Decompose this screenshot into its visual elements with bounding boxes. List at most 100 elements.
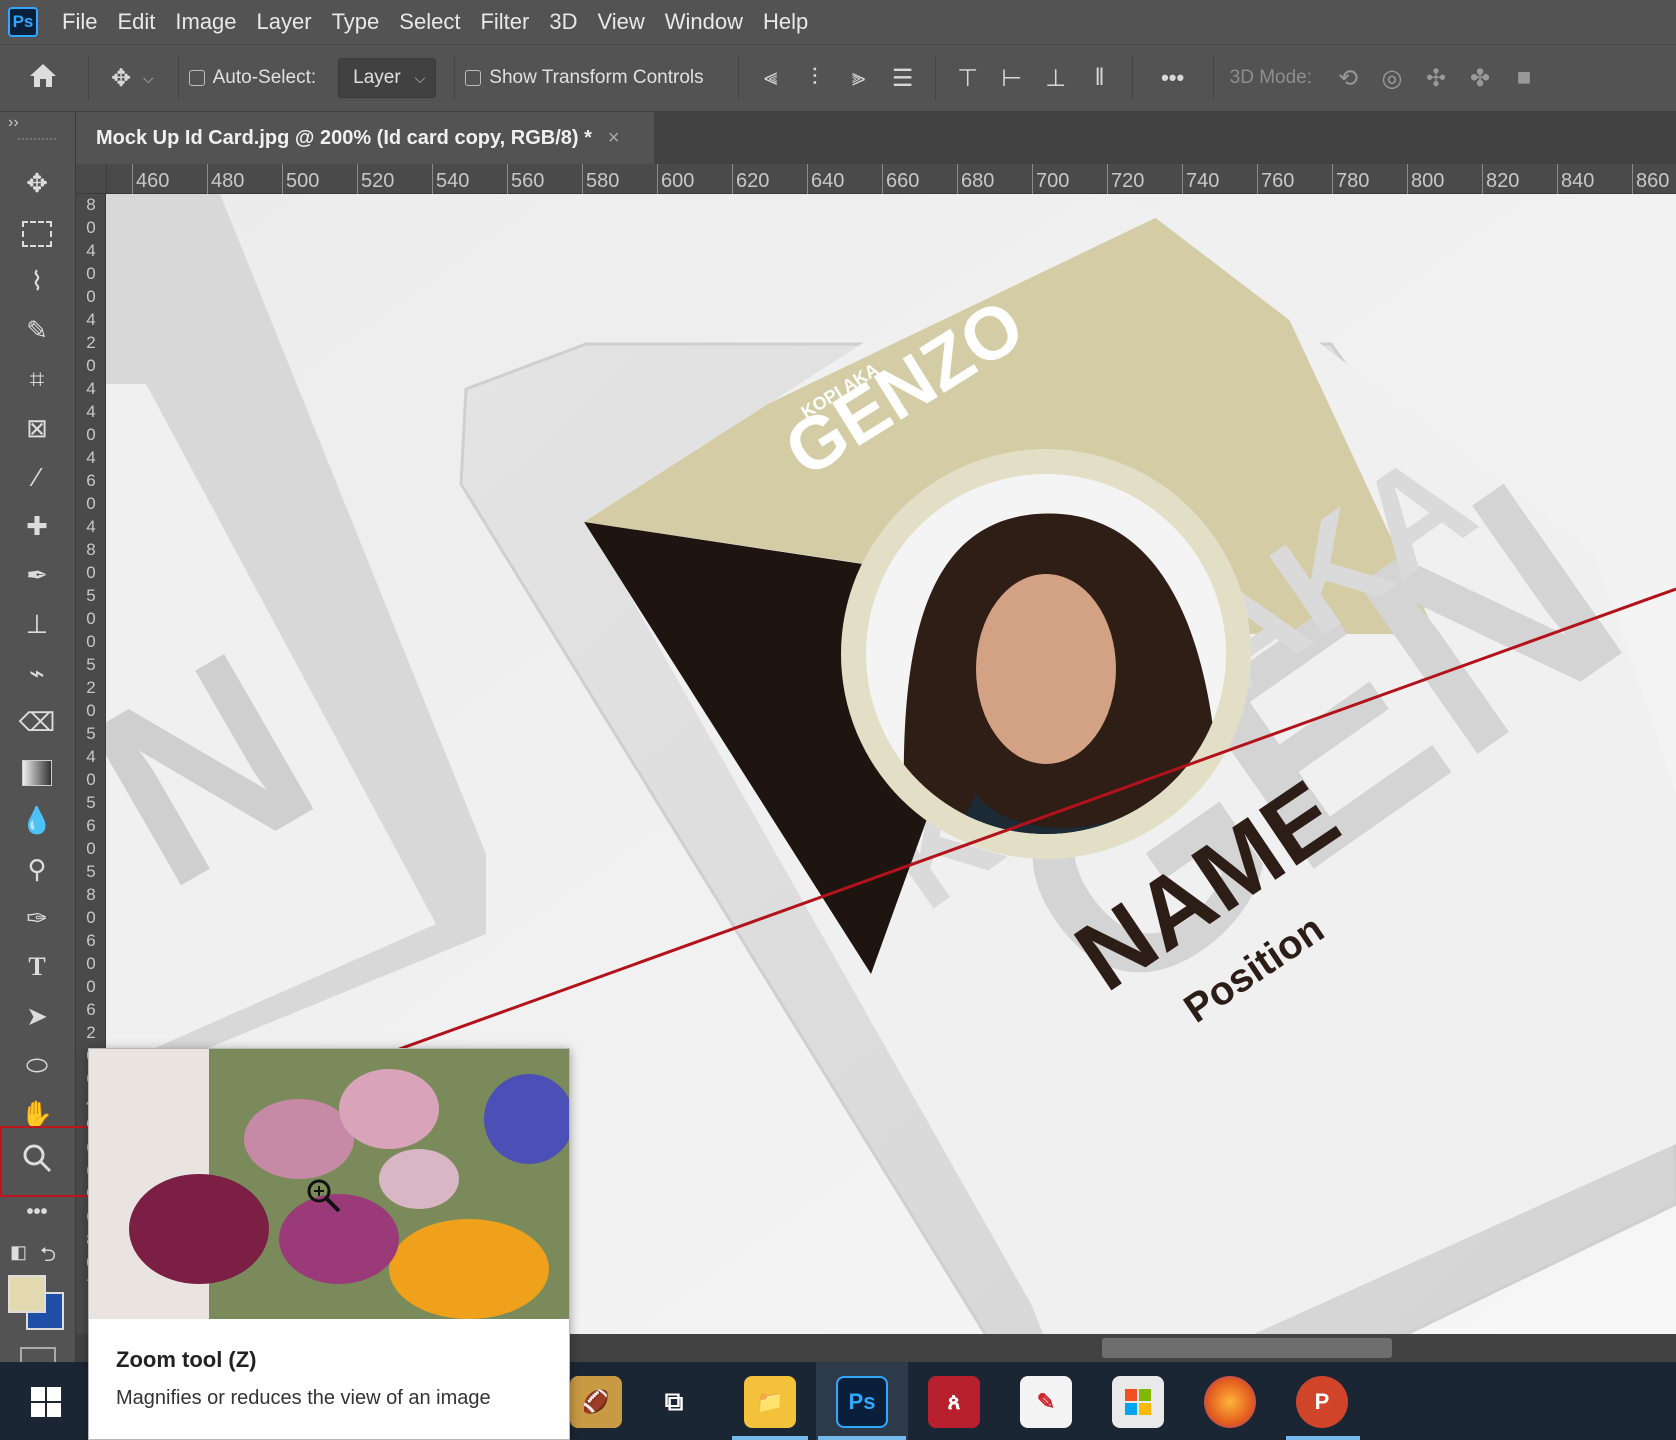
marquee-tool-icon[interactable] — [8, 211, 66, 253]
football-app-icon[interactable]: 🏈 — [570, 1376, 622, 1428]
3d-pan-icon[interactable]: ✣ — [1414, 64, 1458, 93]
chevron-down-icon[interactable]: ⌵ — [143, 70, 154, 87]
quick-select-tool-icon[interactable]: ✎ — [8, 309, 66, 351]
dodge-tool-icon[interactable]: ⚲ — [8, 848, 66, 890]
menu-window[interactable]: Window — [655, 9, 753, 35]
distribute-vertical-icon[interactable]: ‖ — [1078, 64, 1122, 92]
ruler-digit: 0 — [86, 839, 96, 858]
brush-tool-icon[interactable]: ✒ — [8, 554, 66, 596]
microsoft-store-icon[interactable] — [1112, 1376, 1164, 1428]
3d-orbit-icon[interactable]: ⟲ — [1326, 64, 1370, 93]
menu-filter[interactable]: Filter — [470, 9, 539, 35]
menu-image[interactable]: Image — [165, 9, 246, 35]
swap-colors-icon[interactable]: ⮌ — [40, 1240, 56, 1274]
lasso-tool-icon[interactable]: ⌇ — [8, 260, 66, 302]
menu-select[interactable]: Select — [389, 9, 470, 35]
ruler-digit: 5 — [86, 862, 96, 881]
align-top-icon[interactable]: ⊤ — [946, 64, 990, 93]
3d-camera-icon[interactable]: ■ — [1502, 64, 1546, 92]
auto-select-checkbox[interactable] — [188, 70, 205, 86]
pen-tool-icon[interactable]: ✑ — [8, 897, 66, 939]
document-tab-title: Mock Up Id Card.jpg @ 200% (Id card copy… — [96, 126, 592, 149]
ruler-digit: 6 — [86, 471, 96, 490]
menu-type[interactable]: Type — [322, 9, 390, 35]
more-options-icon[interactable]: ••• — [1143, 65, 1203, 91]
close-icon[interactable]: × — [608, 127, 620, 150]
ruler-digit: 6 — [86, 816, 96, 835]
ruler-label: 800 — [1407, 164, 1444, 194]
quick-mask-icon[interactable] — [20, 1347, 56, 1363]
blur-tool-icon[interactable]: 💧 — [8, 799, 66, 841]
ruler-digit: 0 — [86, 954, 96, 973]
clone-stamp-icon[interactable]: ⊥ — [8, 603, 66, 645]
ruler-digit: 2 — [86, 678, 96, 697]
menu-help[interactable]: Help — [753, 9, 818, 35]
powerpoint-icon[interactable]: P — [1296, 1376, 1348, 1428]
move-tool-icon[interactable]: ✥ — [8, 162, 66, 204]
show-transform-checkbox[interactable] — [465, 70, 482, 86]
ruler-digit: 5 — [86, 655, 96, 674]
home-icon[interactable] — [8, 61, 78, 96]
type-tool-icon[interactable]: T — [8, 946, 66, 988]
move-tool-icon[interactable]: ✥ — [99, 64, 143, 93]
ruler-digit: 0 — [86, 701, 96, 720]
ruler-digit: 5 — [86, 793, 96, 812]
ruler-label: 480 — [207, 164, 244, 194]
ruler-digit: 4 — [86, 517, 96, 536]
separator — [737, 56, 739, 100]
chevron-down-icon: ⌵ — [414, 69, 426, 86]
ruler-digit: 4 — [86, 448, 96, 467]
panel-toggle-icon[interactable]: ›› — [8, 114, 19, 132]
ruler-digit: 0 — [86, 494, 96, 513]
3d-slide-icon[interactable]: ✤ — [1458, 64, 1502, 93]
ellipse-tool-icon[interactable]: ⬭ — [8, 1044, 66, 1086]
photoshop-logo-icon[interactable]: Ps — [8, 7, 38, 37]
ruler-label: 860 — [1632, 164, 1669, 194]
eraser-tool-icon[interactable]: ⌫ — [8, 701, 66, 743]
photoshop-taskbar-icon[interactable]: Ps — [836, 1376, 888, 1428]
ruler-origin[interactable] — [76, 164, 107, 193]
align-middle-icon[interactable]: ⊢ — [990, 64, 1034, 93]
menu-3d[interactable]: 3D — [539, 9, 587, 35]
ruler-digit: 5 — [86, 724, 96, 743]
ruler-digit: 0 — [86, 218, 96, 237]
foreground-color-swatch[interactable] — [8, 1275, 46, 1313]
mendeley-icon[interactable]: ጰ — [928, 1376, 980, 1428]
history-brush-icon[interactable]: ⌁ — [8, 652, 66, 694]
eyedropper-tool-icon[interactable]: ⁄ — [8, 456, 66, 498]
pdf-reader-icon[interactable]: ✎ — [1020, 1376, 1072, 1428]
align-right-icon[interactable]: ⫸ — [837, 64, 881, 92]
more-tools-icon[interactable]: ••• — [8, 1191, 66, 1233]
firefox-icon[interactable] — [1204, 1376, 1256, 1428]
path-selection-icon[interactable]: ➤ — [8, 995, 66, 1037]
default-colors-icon[interactable]: ◧ — [10, 1242, 27, 1263]
task-view-icon[interactable]: ⧉ — [648, 1376, 700, 1428]
healing-brush-icon[interactable]: ✚ — [8, 505, 66, 547]
ruler-label: 760 — [1257, 164, 1294, 194]
layer-dropdown[interactable]: Layer ⌵ — [338, 58, 437, 98]
horizontal-ruler: 460 480 500 520 540 560 580 600 620 640 … — [76, 164, 1676, 194]
menu-file[interactable]: File — [52, 9, 107, 35]
3d-roll-icon[interactable]: ◎ — [1370, 64, 1414, 93]
menu-view[interactable]: View — [587, 9, 654, 35]
windows-start-icon[interactable] — [20, 1376, 72, 1428]
file-explorer-icon[interactable]: 📁 — [744, 1376, 796, 1428]
separator — [177, 56, 179, 100]
gradient-tool-icon[interactable] — [8, 750, 66, 792]
panel-grip[interactable] — [18, 138, 56, 144]
ruler-digit: 5 — [86, 586, 96, 605]
align-center-icon[interactable]: ⫶ — [793, 64, 837, 92]
crop-tool-icon[interactable]: ⌗ — [8, 358, 66, 400]
align-bottom-icon[interactable]: ⊥ — [1034, 64, 1078, 93]
menu-edit[interactable]: Edit — [107, 9, 165, 35]
align-left-icon[interactable]: ⫷ — [749, 64, 793, 92]
separator — [1212, 56, 1214, 100]
ruler-digit: 0 — [86, 609, 96, 628]
ruler-digit: 2 — [86, 1023, 96, 1042]
frame-tool-icon[interactable]: ⊠ — [8, 407, 66, 449]
document-tab[interactable]: Mock Up Id Card.jpg @ 200% (Id card copy… — [76, 112, 654, 164]
separator — [88, 56, 89, 100]
distribute-icon[interactable]: ☰ — [881, 64, 925, 93]
scrollbar-thumb[interactable] — [1102, 1338, 1392, 1358]
menu-layer[interactable]: Layer — [247, 9, 322, 35]
